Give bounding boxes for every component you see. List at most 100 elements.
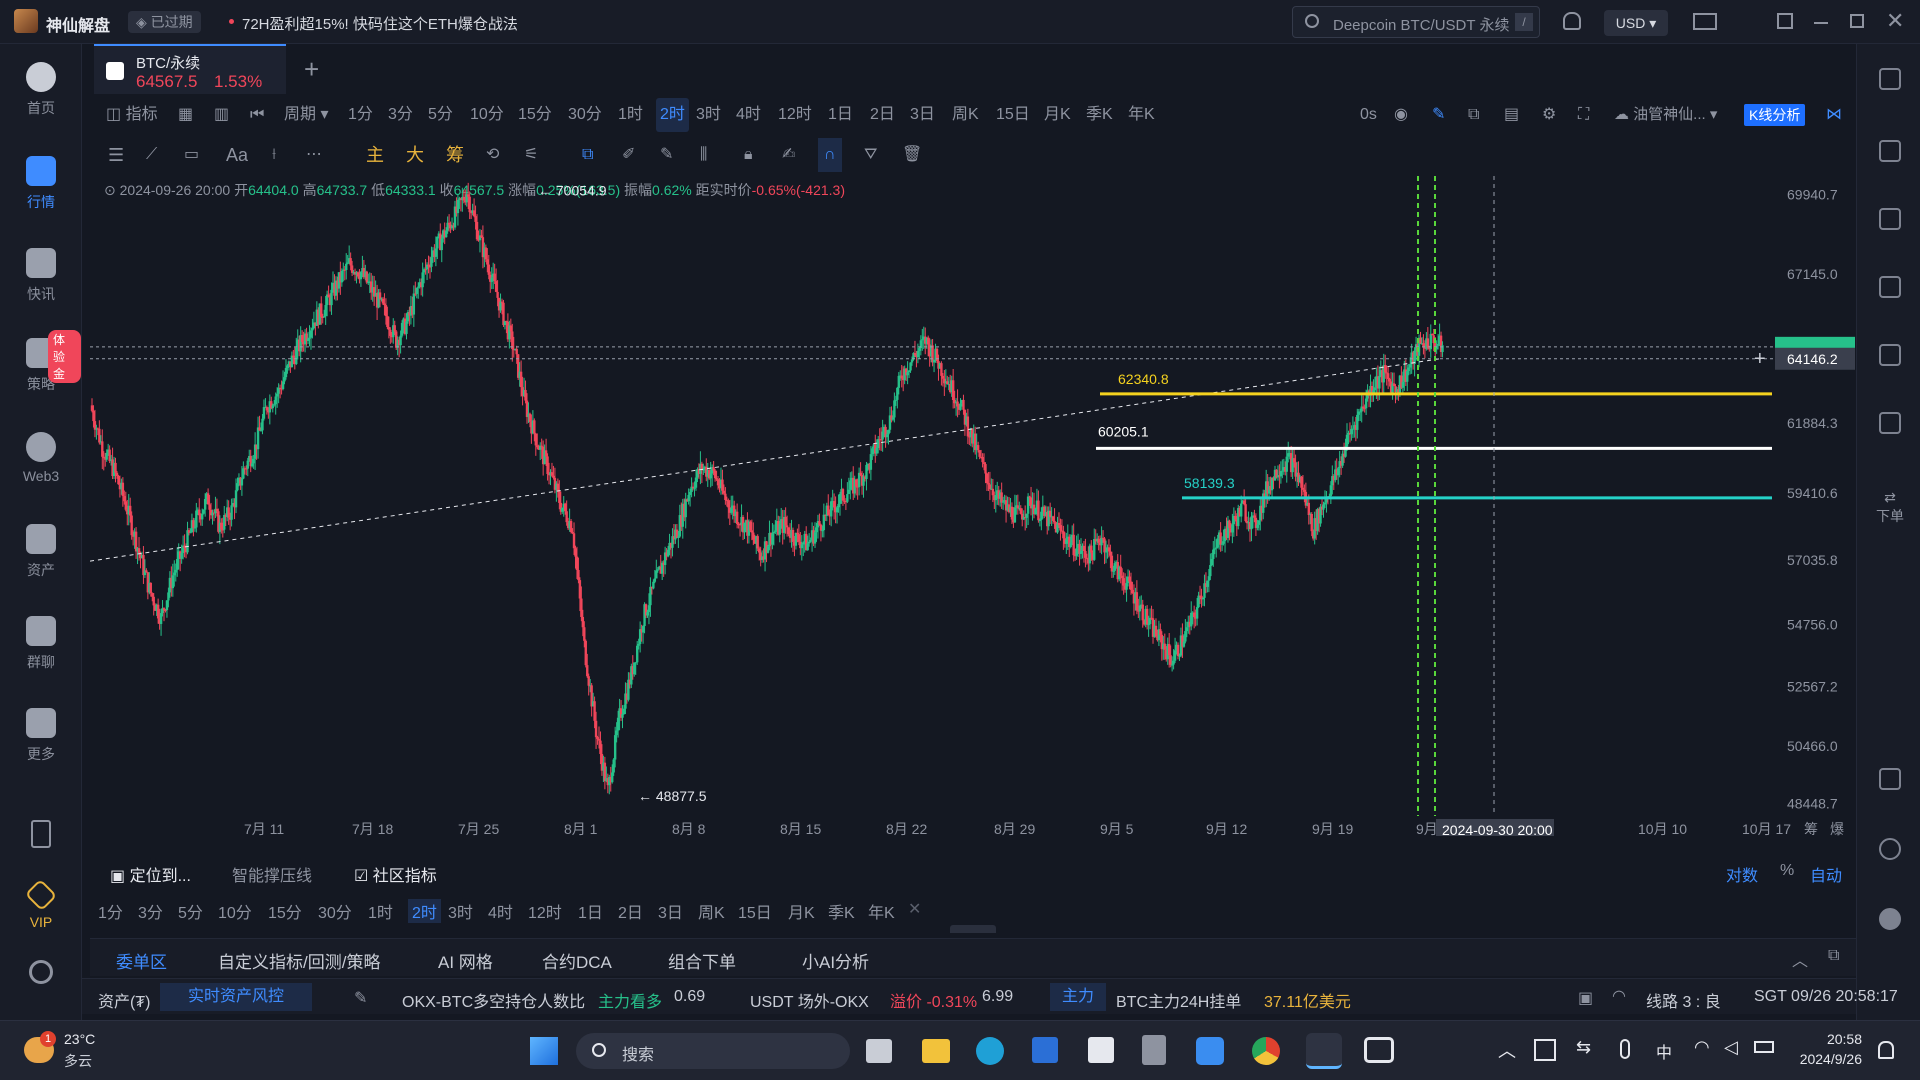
- log-scale-toggle[interactable]: 对数: [1726, 862, 1758, 886]
- timeframe-1[interactable]: 3分: [388, 98, 413, 132]
- quick-timeframe-5[interactable]: 30分: [318, 899, 352, 923]
- timeframe-8[interactable]: 3时: [696, 98, 721, 132]
- chart-app-icon[interactable]: [1088, 1037, 1114, 1063]
- order-button[interactable]: ⇄ 下单: [1875, 489, 1905, 526]
- quick-timeframe-14[interactable]: 周K: [698, 899, 725, 923]
- bird-app-icon[interactable]: [1196, 1037, 1224, 1065]
- tray-chevron-icon[interactable]: ︿: [1498, 1037, 1516, 1063]
- user-template-dropdown[interactable]: ☁ 油管神仙... ▾: [1614, 98, 1717, 132]
- panel-tab-1[interactable]: 自定义指标/回测/策略: [218, 948, 380, 973]
- sidebar-item-web3[interactable]: Web3: [0, 432, 82, 484]
- timeframe-7[interactable]: 2时: [656, 98, 689, 132]
- layout-icon[interactable]: [1879, 768, 1901, 790]
- panel-expand-icon[interactable]: ︿: [1792, 947, 1808, 971]
- sidebar-item-market[interactable]: 行情: [0, 156, 82, 212]
- main-chart-button[interactable]: 主: [366, 138, 384, 172]
- taskbar-clock-date[interactable]: 2024/9/26: [1782, 1051, 1862, 1067]
- timeframe-0[interactable]: 1分: [348, 98, 373, 132]
- period-dropdown[interactable]: 周期 ▾: [284, 98, 329, 132]
- taskbar-search[interactable]: 搜索: [576, 1033, 850, 1069]
- edit-status-icon[interactable]: ✎: [354, 988, 367, 1008]
- pencil-icon[interactable]: ✎: [1432, 98, 1445, 132]
- tray-transfer-icon[interactable]: ⇆: [1576, 1037, 1591, 1058]
- panel-collapse-handle[interactable]: [950, 925, 996, 933]
- line-status[interactable]: 线路 3 : 良: [1646, 988, 1721, 1012]
- windows-start-icon[interactable]: [530, 1037, 558, 1065]
- display-icon[interactable]: ▤: [1504, 98, 1519, 132]
- phone-icon[interactable]: [31, 820, 51, 848]
- close-icon[interactable]: ✕: [1886, 8, 1904, 34]
- eraser-icon[interactable]: ✎: [660, 138, 673, 172]
- big-order-button[interactable]: 大: [406, 138, 424, 172]
- quick-timeframe-16[interactable]: 月K: [788, 899, 815, 923]
- dollar-icon[interactable]: [1879, 208, 1901, 230]
- headset-icon[interactable]: [1879, 838, 1901, 860]
- percent-scale-toggle[interactable]: %: [1780, 862, 1794, 880]
- quick-timeframe-9[interactable]: 4时: [488, 899, 513, 923]
- text-icon[interactable]: Aa: [226, 138, 248, 172]
- calendar-icon[interactable]: ▦: [178, 98, 193, 132]
- filter-icon[interactable]: ⛛: [864, 138, 877, 172]
- quick-timeframe-10[interactable]: 12时: [528, 899, 562, 923]
- minimize-icon[interactable]: [1814, 22, 1828, 24]
- quick-timeframe-15[interactable]: 15日: [738, 899, 772, 923]
- hamburger-icon[interactable]: ☰: [108, 138, 124, 172]
- sidebar-item-home[interactable]: 首页: [0, 62, 82, 118]
- chart-box-icon[interactable]: [1879, 344, 1901, 366]
- kline-analysis-button[interactable]: K线分析: [1744, 104, 1806, 126]
- timeframe-10[interactable]: 12时: [778, 98, 812, 132]
- timeframe-11[interactable]: 1日: [828, 98, 853, 132]
- kline-chart[interactable]: 69940.7 67145.0 64146.2 61884.3 59410.6 57035…: [90, 176, 1856, 836]
- trash-icon[interactable]: 🗑︎: [902, 138, 922, 172]
- quick-timeframe-18[interactable]: 年K: [868, 899, 895, 923]
- edge-icon[interactable]: [976, 1037, 1004, 1065]
- calculator-icon[interactable]: [1142, 1035, 1166, 1065]
- help-icon[interactable]: ▣: [1578, 988, 1593, 1008]
- timeframe-9[interactable]: 4时: [736, 98, 761, 132]
- timeframe-17[interactable]: 季K: [1086, 98, 1113, 132]
- edit-icon[interactable]: ✍: [782, 138, 795, 172]
- timeframe-2[interactable]: 5分: [428, 98, 453, 132]
- sidebar-item-assets[interactable]: 资产: [0, 524, 82, 580]
- quick-timeframe-3[interactable]: 10分: [218, 899, 252, 923]
- rewind-icon[interactable]: ⏮: [250, 98, 264, 132]
- community-indicator-button[interactable]: ☑ 社区指标: [354, 862, 437, 886]
- quick-timeframe-1[interactable]: 3分: [138, 899, 163, 923]
- promo-link[interactable]: 72H盈利超15%! 快码住这个ETH爆仓战法: [242, 13, 518, 34]
- magnet-icon[interactable]: ∩: [818, 138, 842, 172]
- timeframe-16[interactable]: 月K: [1044, 98, 1071, 132]
- more-icon[interactable]: ⋯: [306, 138, 322, 172]
- mail-icon[interactable]: [1693, 13, 1717, 30]
- panel-tab-5[interactable]: 小AI分析: [802, 948, 869, 973]
- timeframe-12[interactable]: 2日: [870, 98, 895, 132]
- shenxian-app-icon[interactable]: [1306, 1033, 1342, 1069]
- support-line-button[interactable]: 智能撑压线: [232, 862, 312, 886]
- measure-icon[interactable]: ⚟: [524, 138, 538, 172]
- currency-select[interactable]: USD ▾: [1604, 10, 1668, 36]
- quick-timeframe-8[interactable]: 3时: [448, 899, 473, 923]
- ime-indicator[interactable]: 中: [1656, 1039, 1672, 1063]
- tray-app-icon[interactable]: [1534, 1039, 1556, 1061]
- timeframe-6[interactable]: 1时: [618, 98, 643, 132]
- sidebar-item-vip[interactable]: VIP: [0, 878, 82, 930]
- search-input[interactable]: Deepcoin BTC/USDT 永续: [1333, 14, 1509, 35]
- store-icon[interactable]: [1032, 1037, 1058, 1063]
- volume-icon[interactable]: ◁: [1724, 1037, 1738, 1058]
- panel-tab-3[interactable]: 合约DCA: [542, 948, 612, 973]
- restore-icon[interactable]: [1850, 14, 1864, 28]
- indicator-button[interactable]: ◫ 指标: [106, 98, 158, 132]
- replay-icon[interactable]: ⟲: [486, 138, 499, 172]
- vertical-line-icon[interactable]: ⟊: [272, 138, 276, 172]
- share-icon[interactable]: ⋈: [1826, 98, 1842, 132]
- quick-timeframe-0[interactable]: 1分: [98, 899, 123, 923]
- quick-timeframe-2[interactable]: 5分: [178, 899, 203, 923]
- ruler-icon[interactable]: ▭: [184, 138, 199, 172]
- panel-tab-4[interactable]: 组合下单: [668, 948, 736, 973]
- menu-icon[interactable]: [1879, 68, 1901, 90]
- add-tab-icon[interactable]: +: [304, 54, 319, 85]
- timeframe-5[interactable]: 30分: [568, 98, 602, 132]
- layout-split-icon[interactable]: ▥: [214, 98, 229, 132]
- taskbar-clock-time[interactable]: 20:58: [1802, 1031, 1862, 1047]
- file-explorer-icon[interactable]: [922, 1039, 950, 1063]
- axis-corner-label[interactable]: 筹: [1804, 821, 1818, 836]
